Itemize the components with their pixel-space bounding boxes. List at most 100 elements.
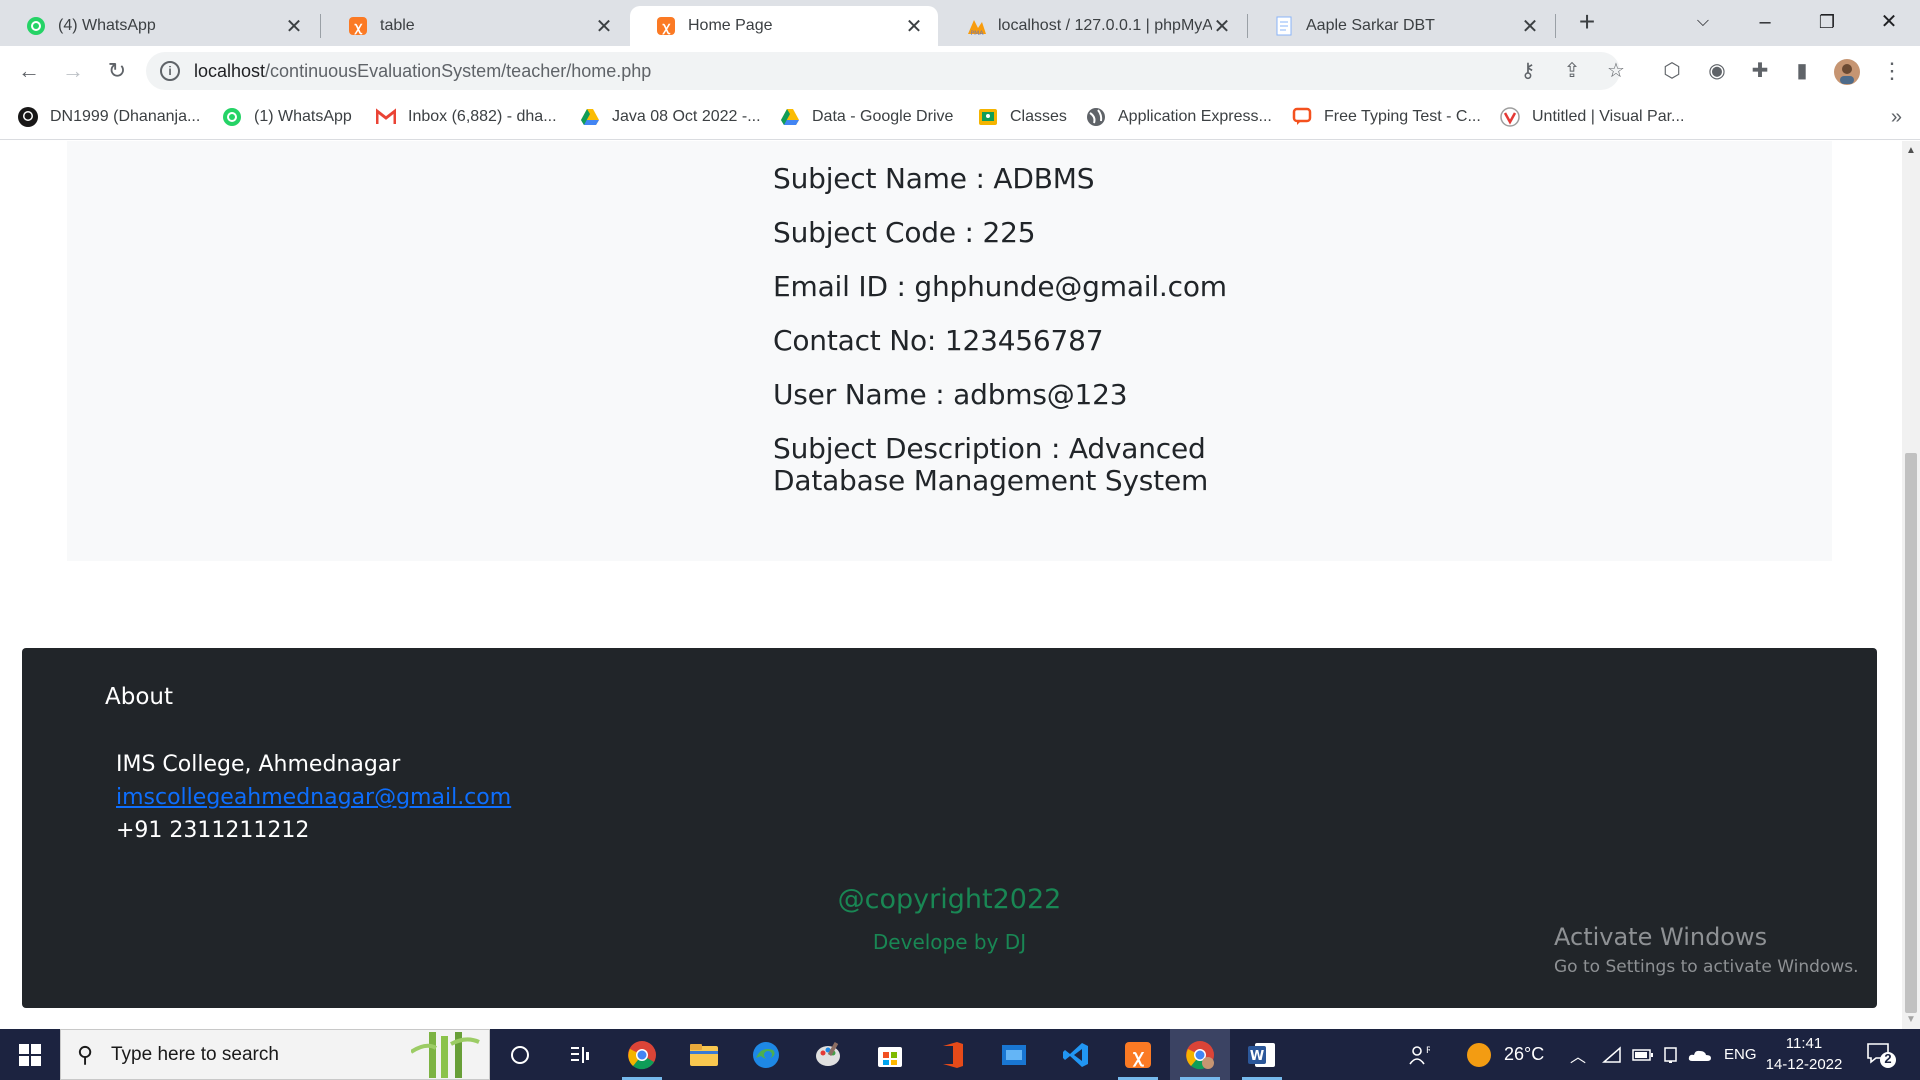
taskbar-clock[interactable]: 11:41 14-12-2022 [1760, 1033, 1848, 1075]
extensions-puzzle-icon[interactable]: ✚ [1748, 59, 1772, 83]
tab-search-chevron-icon[interactable]: ⌵ [1678, 4, 1728, 40]
bookmark-label: (1) WhatsApp [254, 108, 352, 125]
share-icon[interactable]: ⇪ [1560, 59, 1584, 83]
svg-text:PMA: PMA [971, 30, 985, 36]
page-scrollbar[interactable]: ▲ ▼ [1902, 141, 1920, 1029]
footer-about-heading: About [105, 684, 174, 710]
bookmark-label: Classes [1010, 108, 1067, 125]
windows-taskbar: ⚲ Type here to search ꭓ W R 26°C ︿ ENG 1… [0, 1029, 1920, 1080]
close-icon[interactable]: ✕ [284, 14, 304, 39]
onedrive-icon[interactable] [1688, 1029, 1712, 1080]
weather-widget[interactable]: 26°C [1466, 1029, 1544, 1080]
side-panel-icon[interactable]: ▮ [1790, 59, 1814, 83]
forward-arrow-icon[interactable]: → [58, 56, 88, 86]
tab-whatsapp[interactable]: (4) WhatsApp ✕ [0, 6, 318, 46]
bookmark-item[interactable]: DN1999 (Dhananja... [18, 107, 200, 127]
subject-details: Subject Name : ADBMS Subject Code : 225 … [773, 163, 1253, 519]
taskbar-search-input[interactable]: ⚲ Type here to search [60, 1029, 490, 1080]
windows-start-icon[interactable] [0, 1029, 60, 1080]
back-arrow-icon[interactable]: ← [14, 56, 44, 86]
github-icon [18, 107, 38, 127]
subject-email: Email ID : ghphunde@gmail.com [773, 270, 1227, 303]
language-indicator[interactable]: ENG [1724, 1029, 1757, 1080]
google-drive-icon [780, 107, 800, 127]
task-view-icon[interactable] [490, 1029, 550, 1080]
paint-icon[interactable] [798, 1029, 858, 1080]
gmail-icon [375, 107, 397, 127]
tab-divider [320, 14, 321, 38]
google-drive-icon [580, 107, 600, 127]
bookmark-item[interactable]: Untitled | Visual Par... [1500, 107, 1684, 127]
close-icon[interactable]: ✕ [904, 14, 924, 39]
tab-title: table [380, 17, 415, 34]
people-icon[interactable]: R [1408, 1029, 1430, 1080]
xampp-taskbar-icon[interactable]: ꭓ [1108, 1029, 1168, 1080]
close-icon[interactable]: ✕ [1212, 14, 1232, 39]
microsoft-store-icon[interactable] [860, 1029, 920, 1080]
restore-button[interactable]: ❐ [1802, 4, 1852, 40]
bookmark-item[interactable]: Java 08 Oct 2022 -... [580, 107, 761, 127]
chrome-taskbar-icon[interactable] [612, 1029, 672, 1080]
footer-email-link[interactable]: imscollegeahmednagar@gmail.com [116, 781, 511, 814]
network-icon[interactable] [1602, 1029, 1622, 1080]
site-info-icon[interactable]: i [160, 61, 180, 81]
subject-description: Subject Description : Advanced Database … [773, 432, 1209, 497]
bookmark-item[interactable]: Inbox (6,882) - dha... [375, 107, 557, 127]
tray-chevron-up-icon[interactable]: ︿ [1570, 1029, 1586, 1080]
menu-kebab-icon[interactable]: ⋮ [1880, 59, 1904, 83]
tab-title: Home Page [688, 17, 773, 34]
avatar[interactable] [1834, 59, 1860, 85]
subject-details-card: Subject Name : ADBMS Subject Code : 225 … [67, 141, 1832, 561]
url-path: /continuousEvaluationSystem/teacher/home… [265, 61, 652, 81]
bookmarks-overflow-icon[interactable]: » [1891, 106, 1902, 129]
file-explorer-icon[interactable] [674, 1029, 734, 1080]
minimize-button[interactable]: – [1740, 4, 1790, 40]
widgets-icon[interactable] [550, 1029, 610, 1080]
scroll-down-icon[interactable]: ▼ [1906, 1014, 1916, 1025]
url-host: localhost [194, 61, 266, 81]
key-icon[interactable]: ⚷ [1516, 59, 1540, 83]
chat-icon [1292, 107, 1312, 127]
bookmark-label: DN1999 (Dhananja... [50, 108, 201, 125]
office-icon[interactable] [922, 1029, 982, 1080]
search-icon: ⚲ [77, 1042, 94, 1067]
bookmark-item[interactable]: Classes [978, 107, 1067, 127]
notification-center-icon[interactable]: 2 [1866, 1041, 1896, 1069]
battery-icon[interactable] [1632, 1029, 1654, 1080]
address-bar[interactable]: i localhost/continuousEvaluationSystem/t… [146, 52, 1625, 90]
close-icon[interactable]: ✕ [594, 14, 614, 39]
tab-aaple-sarkar[interactable]: Aaple Sarkar DBT ✕ [1248, 6, 1554, 46]
close-icon[interactable]: ✕ [1520, 14, 1540, 39]
url-text[interactable]: localhost/continuousEvaluationSystem/tea… [194, 61, 651, 82]
vscode-icon[interactable] [1046, 1029, 1106, 1080]
display-icon[interactable] [1662, 1029, 1680, 1080]
bamboo-search-highlight-icon [411, 1032, 480, 1078]
bookmark-item[interactable]: Data - Google Drive [780, 107, 953, 127]
tab-title: (4) WhatsApp [58, 17, 156, 34]
bookmark-item[interactable]: Free Typing Test - C... [1292, 107, 1481, 127]
mail-app-icon[interactable] [984, 1029, 1044, 1080]
tab-table[interactable]: ꭓ table ✕ [322, 6, 628, 46]
bookmark-item[interactable]: (1) WhatsApp [222, 107, 352, 127]
scroll-up-icon[interactable]: ▲ [1906, 145, 1916, 156]
star-icon[interactable]: ☆ [1604, 59, 1628, 83]
word-icon[interactable]: W [1232, 1029, 1292, 1080]
classroom-icon [978, 107, 998, 127]
watermark-subtitle: Go to Settings to activate Windows. [1554, 957, 1859, 977]
svg-text:W: W [1250, 1049, 1264, 1064]
reload-icon[interactable]: ↻ [102, 56, 132, 86]
edge-icon[interactable] [736, 1029, 796, 1080]
chrome-profile-taskbar-icon[interactable] [1170, 1029, 1230, 1080]
tab-home-page[interactable]: ꭓ Home Page ✕ [630, 6, 938, 46]
window-close-button[interactable]: ✕ [1864, 4, 1914, 40]
bookmark-item[interactable]: Application Express... [1086, 107, 1272, 127]
svg-text:R: R [1426, 1046, 1430, 1056]
bookmark-label: Application Express... [1118, 108, 1272, 125]
tab-phpmyadmin[interactable]: PMA localhost / 127.0.0.1 | phpMyA ✕ [940, 6, 1246, 46]
scrollbar-thumb[interactable] [1905, 453, 1917, 1013]
whatsapp-icon [26, 16, 46, 36]
extension-cube-icon[interactable]: ⬡ [1660, 59, 1684, 83]
new-tab-button[interactable]: + [1572, 8, 1602, 38]
grammarly-icon[interactable]: ◉ [1705, 59, 1729, 83]
phpmyadmin-icon: PMA [966, 16, 986, 36]
